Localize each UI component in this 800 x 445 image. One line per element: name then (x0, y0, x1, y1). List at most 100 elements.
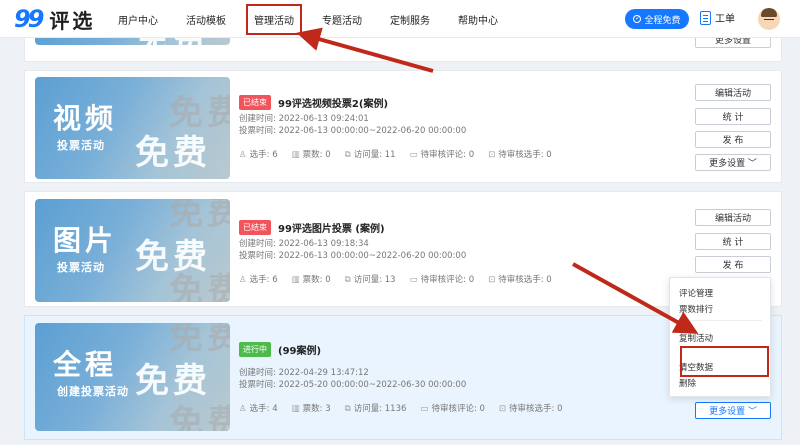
stat-value: 票数: 0 (302, 275, 331, 285)
stat-value: 访问量: 13 (353, 275, 396, 285)
stat-value: 待审核选手: 0 (509, 404, 563, 414)
stat-contestants: ♙ 选手: 6 (239, 273, 278, 285)
stat-votes: ▥ 票数: 3 (292, 402, 331, 414)
activity-title[interactable]: 99评选视频投票2(案例) (278, 95, 388, 110)
bar-chart-icon: ▥ (291, 404, 300, 414)
users-icon: ♙ (239, 404, 247, 414)
title-row: 已结束 99评选视频投票2(案例) (239, 95, 552, 110)
stat-value: 待审核选手: 0 (498, 275, 552, 285)
stat-pending-comments: ▭ 待审核评论: 0 (410, 273, 475, 285)
activity-title[interactable]: (99案例) (278, 342, 321, 357)
stat-pending-contestants: ⊡ 待审核选手: 0 (499, 402, 563, 414)
review-icon: ⊡ (498, 404, 507, 414)
stat-votes: ▥ 票数: 0 (292, 148, 331, 160)
activity-stats: ♙ 选手: 6 ▥ 票数: 0 ⧉ 访问量: 13 ▭ 待审核评论: 0 ⊡ 待审核选手:… (239, 273, 552, 285)
activity-card-1: 视频 投票活动 免费 免费 已结束 99评选视频投票2(案例) 创建时间: 20… (24, 70, 782, 183)
activity-meta: 已结束 99评选视频投票2(案例) 创建时间: 2022-06-13 09:24… (239, 95, 552, 160)
nav-custom-service[interactable]: 定制服务 (390, 12, 430, 27)
main-nav: 用户中心 活动模板 管理活动 专题活动 定制服务 帮助中心 (118, 0, 526, 38)
title-row: 进行中 (99案例) (239, 342, 563, 357)
nav-user-center[interactable]: 用户中心 (118, 12, 158, 27)
comment-icon: ▭ (409, 275, 418, 285)
stat-visits: ⧉ 访问量: 11 (345, 148, 396, 160)
visit-icon: ⧉ (344, 404, 351, 414)
activity-stats: ♙ 选手: 4 ▥ 票数: 3 ⧉ 访问量: 1136 ▭ 待审核评论: 0 ⊡ 待审核选… (239, 402, 563, 414)
thumbnail-title: 视频 (53, 102, 118, 135)
publish-button[interactable]: 发 布 (695, 256, 771, 273)
activity-title[interactable]: 99评选图片投票 (案例) (278, 220, 385, 235)
review-icon: ⊡ (488, 275, 496, 285)
created-time: 创建时间: 2022-06-13 09:18:34 (239, 239, 369, 249)
activity-thumbnail: 全程 创建投票活动 免费 免费 免费 (35, 323, 230, 431)
activity-meta: 进行中 (99案例) 创建时间: 2022-04-29 13:47:12 投票时… (239, 342, 563, 414)
logo-text: 评选 (49, 8, 96, 33)
document-icon (700, 10, 711, 25)
more-settings-button[interactable]: 更多设置 ﹀ (695, 154, 771, 171)
title-row: 已结束 99评选图片投票 (案例) (239, 220, 552, 235)
statistics-button[interactable]: 统 计 (695, 233, 771, 250)
stat-value: 票数: 3 (302, 404, 331, 414)
annotation-box (680, 346, 769, 377)
status-badge: 已结束 (239, 220, 271, 235)
stat-pending-contestants: ⊡ 待审核选手: 0 (488, 148, 552, 160)
vote-time: 投票时间: 2022-06-13 00:00:00~2022-06-20 00:… (239, 251, 467, 261)
thumbnail-title: 全程 (53, 348, 118, 381)
nav-manage-activities[interactable]: 管理活动 (246, 3, 302, 35)
menu-delete[interactable]: 删除 (679, 377, 696, 389)
stat-pending-comments: ▭ 待审核评论: 0 (410, 148, 475, 160)
top-navbar: 99 评选 用户中心 活动模板 管理活动 专题活动 定制服务 帮助中心 ✓ 全程… (0, 0, 800, 38)
stat-value: 票数: 0 (302, 150, 331, 160)
comment-icon: ▭ (420, 404, 429, 414)
statistics-button[interactable]: 统 计 (695, 108, 771, 125)
bar-chart-icon: ▥ (291, 275, 300, 285)
users-icon: ♙ (239, 275, 247, 285)
avatar[interactable] (758, 8, 780, 30)
stat-pending-contestants: ⊡ 待审核选手: 0 (488, 273, 552, 285)
logo-mark: 99 (14, 5, 44, 33)
thumbnail-subtitle: 创建投票活动 (57, 385, 129, 398)
stat-votes: ▥ 票数: 0 (292, 273, 331, 285)
thumbnail-watermark: 免费 (135, 133, 211, 173)
activity-meta: 已结束 99评选图片投票 (案例) 创建时间: 2022-06-13 09:18… (239, 220, 552, 285)
edit-activity-button[interactable]: 编辑活动 (695, 84, 771, 101)
thumbnail-watermark: 免费 (169, 271, 230, 302)
stat-contestants: ♙ 选手: 6 (239, 148, 278, 160)
stat-value: 选手: 6 (249, 150, 278, 160)
bar-chart-icon: ▥ (291, 150, 300, 160)
stat-value: 选手: 4 (249, 404, 278, 414)
free-all-label: 全程免费 (644, 15, 681, 26)
visit-icon: ⧉ (344, 275, 351, 285)
thumbnail-subtitle: 投票活动 (57, 139, 105, 152)
more-settings-button[interactable]: 更多设置 ﹀ (695, 402, 771, 419)
vote-time: 投票时间: 2022-05-20 00:00:00~2022-06-30 00:… (239, 380, 467, 390)
menu-vote-ranking[interactable]: 票数排行 (679, 303, 713, 315)
check-circle-icon: ✓ (633, 15, 642, 23)
menu-copy-activity[interactable]: 复制活动 (679, 332, 713, 344)
nav-topic-activities[interactable]: 专题活动 (322, 12, 362, 27)
status-badge: 已结束 (239, 95, 271, 110)
status-badge: 进行中 (239, 342, 271, 357)
logo[interactable]: 99 评选 (14, 5, 95, 33)
stat-value: 待审核评论: 0 (420, 150, 475, 160)
more-settings-dropdown: 评论管理 票数排行 复制活动 清空数据 删除 (669, 277, 771, 397)
publish-button[interactable]: 发 布 (695, 131, 771, 148)
visit-icon: ⧉ (344, 150, 351, 160)
stat-pending-comments: ▭ 待审核评论: 0 (420, 402, 485, 414)
ticket-link[interactable]: 工单 (700, 10, 735, 25)
stat-visits: ⧉ 访问量: 13 (345, 273, 396, 285)
nav-activity-templates[interactable]: 活动模板 (186, 12, 226, 27)
stat-value: 选手: 6 (249, 275, 278, 285)
stat-value: 待审核选手: 0 (498, 150, 552, 160)
vote-time: 投票时间: 2022-06-13 00:00:00~2022-06-20 00:… (239, 126, 467, 136)
edit-activity-button[interactable]: 编辑活动 (695, 209, 771, 226)
users-icon: ♙ (239, 150, 247, 160)
stat-visits: ⧉ 访问量: 1136 (345, 402, 407, 414)
menu-comment-management[interactable]: 评论管理 (679, 287, 713, 299)
stat-value: 访问量: 11 (353, 150, 396, 160)
nav-help-center[interactable]: 帮助中心 (458, 12, 498, 27)
stat-value: 待审核评论: 0 (431, 404, 485, 414)
menu-divider (678, 320, 762, 321)
review-icon: ⊡ (488, 150, 496, 160)
created-time: 创建时间: 2022-06-13 09:24:01 (239, 114, 369, 124)
free-all-button[interactable]: ✓ 全程免费 (625, 9, 689, 29)
